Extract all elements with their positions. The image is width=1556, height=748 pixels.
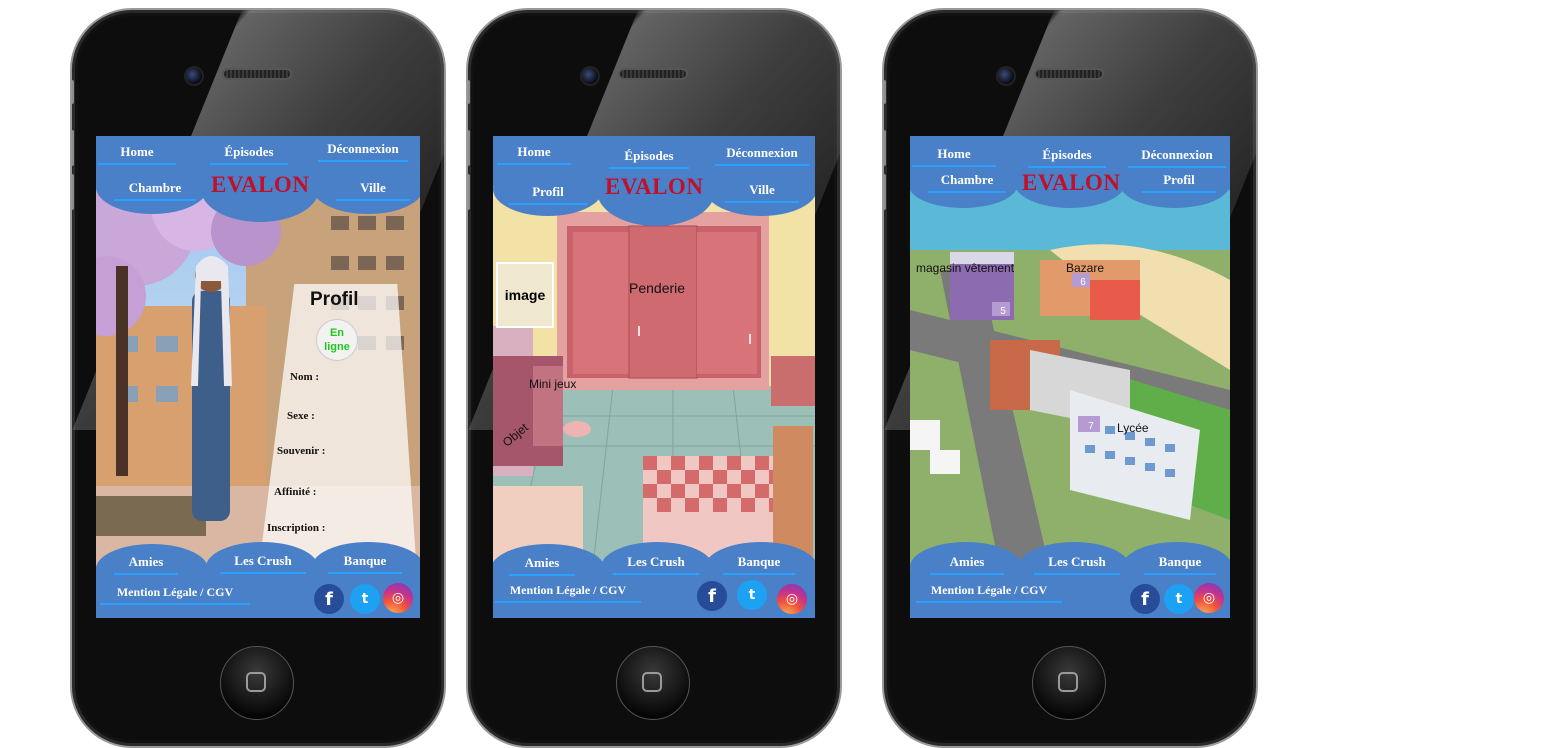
top-navigation: Home Épisodes Déconnexion Chambre EVALON… [910,136,1230,222]
home-button[interactable] [1032,646,1106,720]
home-button[interactable] [220,646,294,720]
screen-profile: Profil En ligne Nom : Sexe : Souvenir : … [96,136,420,618]
twitter-icon[interactable]: t [350,584,380,614]
nav-bank[interactable]: Banque [328,553,402,574]
earpiece-speaker [1034,68,1104,80]
field-souvenir-label: Souvenir : [277,445,326,457]
field-name-label: Nom : [290,371,320,383]
nav-home[interactable]: Home [497,144,571,165]
nav-city[interactable]: Ville [725,182,799,203]
city-map [910,190,1230,570]
nav-crush[interactable]: Les Crush [220,553,306,574]
front-camera [996,66,1016,86]
minigames-hotspot[interactable]: Mini jeux [529,377,576,391]
evalon-logo[interactable]: EVALON [1022,170,1120,196]
bazaar-hotspot[interactable]: Bazare [1066,261,1104,275]
top-navigation: Home Épisodes Déconnexion Profil EVALON … [493,136,815,226]
district-marker-5: 5 [1000,306,1006,317]
image-placeholder-label: image [504,287,546,303]
legal-link[interactable]: Mention Légale / CGV [100,585,250,605]
nav-home[interactable]: Home [98,144,176,165]
field-affinity-label: Affinité : [274,486,317,498]
nav-logout[interactable]: Déconnexion [715,145,809,166]
earpiece-speaker [618,68,688,80]
nav-bank[interactable]: Banque [1144,554,1216,575]
online-status-badge: En ligne [316,319,358,361]
facebook-icon[interactable]: f [314,584,344,614]
nav-episodes[interactable]: Épisodes [1028,147,1106,168]
nav-friends[interactable]: Amies [509,555,575,576]
phone-frame-profile: Profil En ligne Nom : Sexe : Souvenir : … [70,8,446,748]
nav-room[interactable]: Chambre [928,172,1006,193]
school-hotspot[interactable]: Lycée [1117,421,1149,435]
front-camera [580,66,600,86]
instagram-icon[interactable]: ◎ [777,584,807,614]
twitter-icon[interactable]: t [1164,584,1194,614]
nav-profile[interactable]: Profil [1142,172,1216,193]
facebook-icon[interactable]: f [1130,584,1160,614]
phone-frame-room: image Penderie Mini jeux Objet Home Épis… [466,8,842,748]
nav-home[interactable]: Home [912,146,996,167]
instagram-icon[interactable]: ◎ [1194,583,1224,613]
nav-episodes[interactable]: Épisodes [609,148,689,169]
field-sex-label: Sexe : [287,410,315,422]
bottom-navigation: Amies Les Crush Banque Mention Légale / … [96,542,420,618]
home-button[interactable] [616,646,690,720]
top-navigation: Home Épisodes Déconnexion Chambre EVALON… [96,136,420,222]
online-status-text: En ligne [324,327,350,353]
profile-title: Profil [310,289,359,310]
field-signup-label: Inscription : [267,522,326,534]
legal-link[interactable]: Mention Légale / CGV [916,583,1062,603]
nav-city[interactable]: Ville [336,180,410,201]
district-marker-7: 7 [1088,421,1094,432]
front-camera [184,66,204,86]
facebook-icon[interactable]: f [697,581,727,611]
bottom-navigation: Amies Les Crush Banque Mention Légale / … [910,542,1230,618]
screen-room: image Penderie Mini jeux Objet Home Épis… [493,136,815,618]
nav-logout[interactable]: Déconnexion [1128,147,1226,168]
wardrobe-hotspot[interactable]: Penderie [629,280,685,296]
instagram-icon[interactable]: ◎ [383,583,413,613]
nav-profile[interactable]: Profil [509,184,587,205]
legal-link[interactable]: Mention Légale / CGV [495,583,641,603]
nav-room[interactable]: Chambre [114,180,196,201]
evalon-logo[interactable]: EVALON [605,174,703,200]
room-background [493,186,815,566]
screen-city: 5 6 7 magasin vêtement Bazare Lycée Home… [910,136,1230,618]
nav-crush[interactable]: Les Crush [613,554,699,575]
image-placeholder[interactable]: image [496,262,554,328]
nav-bank[interactable]: Banque [723,554,795,575]
district-marker-6: 6 [1080,277,1086,288]
clothes-shop-hotspot[interactable]: magasin vêtement [916,261,1014,275]
twitter-icon[interactable]: t [737,580,767,610]
bottom-navigation: Amies Les Crush Banque Mention Légale / … [493,542,815,618]
nav-episodes[interactable]: Épisodes [210,144,288,165]
evalon-logo[interactable]: EVALON [211,172,309,198]
earpiece-speaker [222,68,292,80]
phone-frame-city: 5 6 7 magasin vêtement Bazare Lycée Home… [882,8,1258,748]
nav-logout[interactable]: Déconnexion [318,141,408,162]
nav-friends[interactable]: Amies [930,554,1004,575]
nav-friends[interactable]: Amies [114,554,178,575]
nav-crush[interactable]: Les Crush [1034,554,1120,575]
